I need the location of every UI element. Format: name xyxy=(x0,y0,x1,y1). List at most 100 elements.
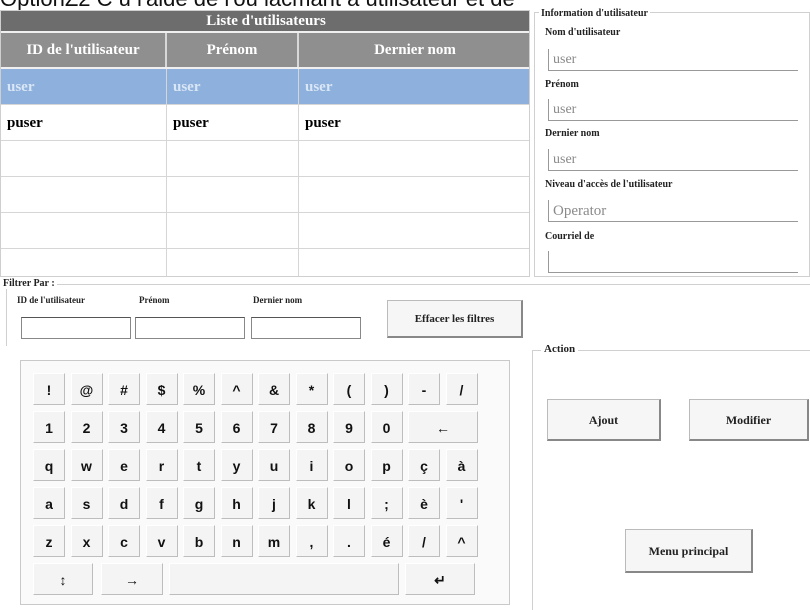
table-cell xyxy=(1,177,167,213)
action-panel: Action Ajout Modifier Menu principal xyxy=(532,343,810,610)
keyboard-key[interactable]: 3 xyxy=(108,411,140,443)
keyboard-key[interactable]: 2 xyxy=(70,411,103,443)
keyboard-key[interactable]: @ xyxy=(70,373,103,405)
table-row[interactable]: user user user xyxy=(1,69,529,105)
keyboard-key[interactable]: ^ xyxy=(220,373,253,405)
keyboard-key[interactable]: d xyxy=(108,487,140,519)
add-button[interactable]: Ajout xyxy=(547,399,661,441)
keyboard-key[interactable]: i xyxy=(295,449,328,481)
keyboard-key[interactable]: t xyxy=(183,449,215,481)
keyboard-key[interactable]: a xyxy=(33,487,65,519)
column-header-last-name[interactable]: Dernier nom xyxy=(299,33,529,67)
column-header-first-name[interactable]: Prénom xyxy=(167,33,299,67)
keyboard-key[interactable]: é xyxy=(370,525,403,557)
table-row[interactable] xyxy=(1,213,529,249)
keyboard-key[interactable]: w xyxy=(70,449,103,481)
keyboard-key[interactable]: ! xyxy=(33,373,65,405)
keyboard-key[interactable]: v xyxy=(145,525,178,557)
last-name-field[interactable]: user xyxy=(548,149,798,171)
keyboard-key[interactable]: $ xyxy=(145,373,178,405)
table-cell xyxy=(167,141,299,177)
keyboard-key[interactable]: ' xyxy=(445,487,478,519)
table-cell xyxy=(1,249,167,276)
enter-key[interactable]: ↵ xyxy=(405,563,475,595)
keyboard-key[interactable]: - xyxy=(408,373,440,405)
column-header-user-id[interactable]: ID de l'utilisateur xyxy=(1,33,167,67)
keyboard-key[interactable]: q xyxy=(33,449,65,481)
shift-key[interactable]: ↕ xyxy=(33,563,93,595)
keyboard-key[interactable]: u xyxy=(258,449,290,481)
filter-id-input[interactable] xyxy=(21,317,131,339)
email-label: Courriel de xyxy=(545,231,595,242)
filter-id-label: ID de l'utilisateur xyxy=(17,295,86,305)
keyboard-key[interactable]: l xyxy=(333,487,365,519)
keyboard-key[interactable]: h xyxy=(220,487,253,519)
table-row[interactable] xyxy=(1,177,529,213)
keyboard-key[interactable]: è xyxy=(408,487,440,519)
keyboard-key[interactable]: 5 xyxy=(183,411,215,443)
keyboard-key[interactable]: f xyxy=(145,487,178,519)
keyboard-key[interactable]: # xyxy=(108,373,140,405)
keyboard-key[interactable]: ; xyxy=(370,487,403,519)
keyboard-key[interactable]: c xyxy=(108,525,140,557)
keyboard-key[interactable]: % xyxy=(183,373,215,405)
keyboard-key[interactable]: & xyxy=(258,373,290,405)
table-cell xyxy=(299,213,529,249)
keyboard-key[interactable]: e xyxy=(108,449,140,481)
access-level-label: Niveau d'accès de l'utilisateur xyxy=(545,179,673,190)
email-field[interactable] xyxy=(548,251,798,273)
table-row[interactable]: puser puser puser xyxy=(1,105,529,141)
keyboard-key[interactable]: * xyxy=(295,373,328,405)
filter-last-name-input[interactable] xyxy=(251,317,361,339)
space-key[interactable] xyxy=(169,563,399,595)
modify-button[interactable]: Modifier xyxy=(689,399,809,441)
keyboard-key[interactable]: x xyxy=(70,525,103,557)
table-cell xyxy=(1,141,167,177)
keyboard-key[interactable]: , xyxy=(295,525,328,557)
keyboard-key[interactable]: p xyxy=(370,449,403,481)
keyboard-key[interactable]: g xyxy=(183,487,215,519)
action-legend: Action xyxy=(541,343,579,355)
clear-filters-button[interactable]: Effacer les filtres xyxy=(387,300,523,338)
filter-first-name-input[interactable] xyxy=(135,317,245,339)
filter-legend: Filtrer Par : xyxy=(1,278,57,289)
keyboard-key[interactable]: ) xyxy=(370,373,403,405)
table-cell: user xyxy=(1,69,167,105)
keyboard-key[interactable]: / xyxy=(445,373,478,405)
keyboard-key[interactable]: ç xyxy=(408,449,440,481)
keyboard-key[interactable]: k xyxy=(295,487,328,519)
filter-last-name-label: Dernier nom xyxy=(253,295,303,305)
tab-key[interactable]: → xyxy=(101,563,163,595)
keyboard-key[interactable]: 7 xyxy=(258,411,290,443)
keyboard-key[interactable]: 4 xyxy=(145,411,178,443)
keyboard-key[interactable]: à xyxy=(445,449,478,481)
keyboard-key[interactable]: n xyxy=(220,525,253,557)
table-row[interactable] xyxy=(1,249,529,276)
table-cell: puser xyxy=(167,105,299,141)
table-cell xyxy=(299,249,529,276)
keyboard-key[interactable]: y xyxy=(220,449,253,481)
table-cell xyxy=(299,177,529,213)
keyboard-key[interactable]: o xyxy=(333,449,365,481)
access-level-field[interactable]: Operator xyxy=(548,200,798,222)
keyboard-key[interactable]: 8 xyxy=(295,411,328,443)
keyboard-key[interactable]: b xyxy=(183,525,215,557)
keyboard-key[interactable]: j xyxy=(258,487,290,519)
username-field[interactable]: user xyxy=(548,49,798,71)
main-menu-button[interactable]: Menu principal xyxy=(625,529,753,573)
keyboard-key[interactable]: . xyxy=(333,525,365,557)
keyboard-key[interactable]: z xyxy=(33,525,65,557)
keyboard-key[interactable]: ← xyxy=(408,411,478,443)
keyboard-key[interactable]: 0 xyxy=(370,411,403,443)
first-name-field[interactable]: user xyxy=(548,99,798,121)
keyboard-key[interactable]: s xyxy=(70,487,103,519)
keyboard-key[interactable]: m xyxy=(258,525,290,557)
keyboard-key[interactable]: ^ xyxy=(445,525,478,557)
table-row[interactable] xyxy=(1,141,529,177)
keyboard-key[interactable]: 6 xyxy=(220,411,253,443)
keyboard-key[interactable]: r xyxy=(145,449,178,481)
keyboard-key[interactable]: 9 xyxy=(333,411,365,443)
keyboard-key[interactable]: ( xyxy=(333,373,365,405)
keyboard-key[interactable]: / xyxy=(408,525,440,557)
keyboard-key[interactable]: 1 xyxy=(33,411,65,443)
